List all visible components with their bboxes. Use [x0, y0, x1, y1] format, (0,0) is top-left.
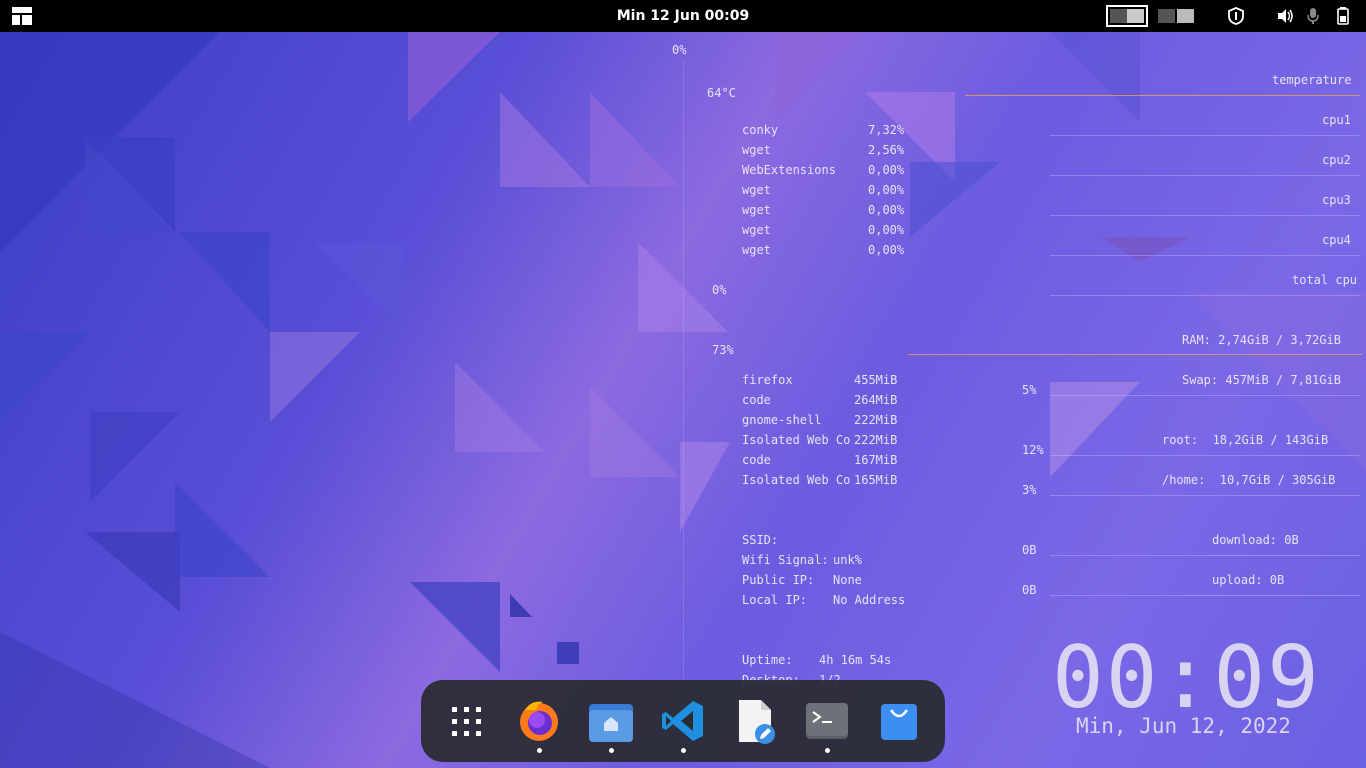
cpu-process-name: wget [742, 223, 771, 237]
terminal-running-indicator [825, 748, 830, 753]
swap-bar [1050, 395, 1360, 396]
app-grid-icon[interactable] [445, 698, 489, 744]
cpu4-label: cpu4 [1322, 233, 1351, 247]
upload-value: 0B [1022, 583, 1037, 597]
mem-process-name: gnome-shell [742, 413, 822, 427]
swap-label: Swap: 457MiB / 7,81GiB [1182, 373, 1341, 387]
cpu-bottom-percent: 0% [712, 283, 727, 297]
cpu-process-value: 0,00% [868, 163, 905, 177]
mem-process-value: 222MiB [854, 413, 898, 427]
software-center-icon[interactable] [877, 698, 921, 744]
firefox-icon[interactable] [517, 698, 561, 744]
cpu2-graph-line [1050, 175, 1360, 176]
vscode-running-indicator [681, 748, 686, 753]
cpu4-graph-line [1050, 255, 1360, 256]
uptime-value: 4h 16m 54s [819, 653, 892, 667]
cpu3-graph-line [1050, 215, 1360, 216]
terminal-icon[interactable] [805, 698, 849, 744]
conky-divider [683, 60, 684, 680]
cpu-process-name: wget [742, 183, 771, 197]
root-label: root: 18,2GiB / 143GiB [1162, 433, 1329, 447]
temperature-value: 64°C [707, 86, 736, 100]
battery-icon[interactable] [1334, 7, 1352, 25]
mem-process-name: Isolated Web Co [742, 433, 851, 447]
cpu-process-value: 2,56% [868, 143, 905, 157]
ram-bar [908, 354, 1362, 355]
upload-graph-line [1050, 595, 1360, 596]
cpu3-label: cpu3 [1322, 193, 1351, 207]
swap-percent: 5% [1022, 383, 1037, 397]
workspace-indicator-1[interactable] [1106, 5, 1148, 27]
root-percent: 12% [1022, 443, 1044, 457]
mem-process-value: 455MiB [854, 373, 898, 387]
root-bar [1050, 455, 1360, 456]
network-value: No Address [833, 593, 906, 607]
cpu-process-name: WebExtensions [742, 163, 836, 177]
temperature-graph-line [965, 95, 1360, 96]
network-label: Wifi Signal: [742, 553, 829, 567]
conky-big-date: Min, Jun 12, 2022 [1076, 714, 1291, 738]
home-label: /home: 10,7GiB / 305GiB [1162, 473, 1336, 487]
total-cpu-graph-line [1050, 295, 1360, 296]
uptime-label: Uptime: [742, 653, 793, 667]
cpu-process-name: conky [742, 123, 779, 137]
temperature-label: temperature [1272, 73, 1352, 87]
cpu-process-value: 7,32% [868, 123, 905, 137]
vscode-icon[interactable] [661, 698, 705, 744]
workspace-indicator-2[interactable] [1155, 5, 1197, 27]
mem-process-name: firefox [742, 373, 793, 387]
cpu-process-name: wget [742, 143, 771, 157]
cpu-process-value: 0,00% [868, 223, 905, 237]
home-bar [1050, 495, 1360, 496]
mem-process-value: 167MiB [854, 453, 898, 467]
dock [421, 680, 945, 762]
microphone-icon[interactable] [1304, 7, 1322, 25]
mem-process-name: Isolated Web Co [742, 473, 851, 487]
volume-icon[interactable] [1276, 7, 1294, 25]
mem-process-name: code [742, 453, 771, 467]
network-label: Local IP: [742, 593, 808, 607]
memory-percent: 73% [712, 343, 734, 357]
mem-process-value: 222MiB [854, 433, 898, 447]
upload-label: upload: 0B [1212, 573, 1285, 587]
mem-process-value: 165MiB [854, 473, 898, 487]
text-editor-icon[interactable] [733, 698, 777, 744]
files-icon[interactable] [589, 698, 633, 744]
cpu-process-name: wget [742, 203, 771, 217]
network-label: Public IP: [742, 573, 815, 587]
download-graph-line [1050, 555, 1360, 556]
cpu1-label: cpu1 [1322, 113, 1351, 127]
cpu-top-percent: 0% [672, 43, 687, 57]
mem-process-name: code [742, 393, 771, 407]
cpu-process-name: wget [742, 243, 771, 257]
download-label: download: 0B [1212, 533, 1299, 547]
cpu-process-value: 0,00% [868, 183, 905, 197]
mem-process-value: 264MiB [854, 393, 898, 407]
network-label: SSID: [742, 533, 779, 547]
network-value: unk% [833, 553, 862, 567]
total-cpu-label: total cpu [1292, 273, 1358, 287]
conky-big-clock: 00:09 [1052, 628, 1321, 728]
files-running-indicator [609, 748, 614, 753]
cpu-process-value: 0,00% [868, 203, 905, 217]
home-percent: 3% [1022, 483, 1037, 497]
download-value: 0B [1022, 543, 1037, 557]
network-value: None [833, 573, 862, 587]
cpu1-graph-line [1050, 135, 1360, 136]
ram-label: RAM: 2,74GiB / 3,72GiB [1182, 333, 1341, 347]
cpu2-label: cpu2 [1322, 153, 1351, 167]
top-bar: Min 12 Jun 00:09 [0, 0, 1366, 32]
vpn-shield-icon[interactable] [1227, 7, 1245, 25]
firefox-running-indicator [537, 748, 542, 753]
cpu-process-value: 0,00% [868, 243, 905, 257]
